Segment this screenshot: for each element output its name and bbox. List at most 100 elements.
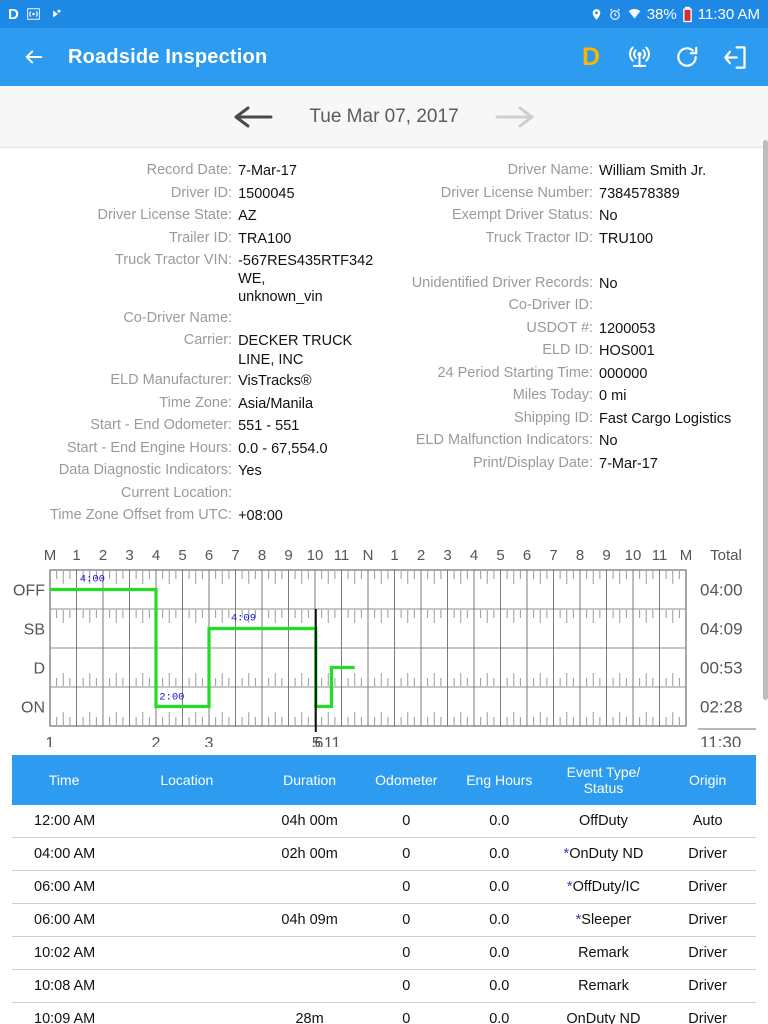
cell-location	[116, 936, 258, 970]
table-column-header[interactable]: Origin	[659, 754, 756, 805]
graph-duration-annotation: 4:09	[231, 612, 256, 624]
previous-day-button[interactable]	[231, 103, 275, 131]
detail-label: Shipping ID:	[514, 409, 594, 426]
detail-label: Current Location:	[120, 484, 233, 501]
cell-duration: 02h 00m	[257, 837, 362, 871]
logout-button[interactable]	[720, 42, 750, 72]
location-pin-icon	[590, 7, 603, 22]
event-log-table: Time Location Duration Odometer Eng Hours Eve…	[12, 754, 756, 1024]
table-row[interactable]: 06:00 AM 0 0.0 *OffDuty/IC Driver	[12, 870, 756, 904]
graph-hour-label: 11	[652, 547, 668, 564]
toolbar-actions: D	[576, 42, 754, 72]
vertical-scrollbar[interactable]	[763, 140, 768, 700]
cell-time: 06:00 AM	[12, 903, 117, 937]
detail-value: No	[599, 208, 618, 224]
duty-status-graph[interactable]: M 1 2 3 4 5 6 7 8 9 10 11 N 1 2 3 4 5 6 7 8 9 10 11 M Total 4:00 4:…	[8, 542, 760, 747]
cell-location	[116, 837, 258, 871]
graph-bottom-label: 1	[46, 735, 55, 747]
cell-duration	[257, 936, 362, 970]
detail-row: USDOT #: 1200053	[384, 320, 768, 339]
cell-origin: Driver	[659, 870, 756, 904]
detail-row: Truck Tractor VIN: -567RES435RTF342WE, unk…	[0, 252, 384, 306]
cell-location	[116, 870, 258, 904]
event-log-table-container: Time Location Duration Odometer Eng Hours Eve…	[0, 747, 768, 1024]
table-column-header[interactable]: Odometer	[361, 754, 451, 805]
layout-spacer	[384, 252, 768, 271]
detail-value: Yes	[238, 463, 262, 480]
cell-event-type-status: *OffDuty/IC	[547, 870, 660, 904]
page-title: Roadside Inspection	[68, 45, 268, 68]
cell-time: 10:08 AM	[12, 969, 117, 1003]
cell-odometer: 0	[361, 969, 451, 1003]
battery-percent-label: 38%	[646, 5, 677, 23]
detail-row: Time Zone: Asia/Manila	[0, 395, 384, 414]
driver-status-d-button[interactable]: D	[576, 42, 606, 72]
detail-row: Trailer ID: TRA100	[0, 230, 384, 249]
table-column-header[interactable]: Event Type/Status	[547, 754, 660, 805]
detail-row: Data Diagnostic Indicators: Yes	[0, 462, 384, 481]
cell-event-type-status: *OnDuty ND	[547, 837, 660, 871]
details-left-column: Record Date: 7-Mar-17 Driver ID: 1500045 Dri…	[0, 162, 384, 530]
graph-hour-label: 6	[205, 547, 213, 564]
detail-label: Driver License Number:	[440, 184, 594, 201]
cell-origin: Driver	[659, 903, 756, 937]
detail-label: Miles Today:	[512, 387, 594, 403]
detail-row: Start - End Engine Hours: 0.0 - 67,554.0	[0, 440, 384, 459]
refresh-button[interactable]	[672, 42, 702, 72]
detail-value: VisTracks®	[238, 373, 312, 390]
graph-hour-label: 2	[417, 547, 425, 564]
detail-value: William Smith Jr.	[599, 163, 707, 179]
cell-event-type-status: OffDuty	[547, 804, 660, 838]
table-row[interactable]: 04:00 AM 02h 00m 0 0.0 *OnDuty ND Driver	[12, 837, 756, 871]
graph-row-label: OFF	[13, 582, 45, 599]
event-type-label: OnDuty ND	[566, 1010, 641, 1024]
cell-duration: 04h 00m	[257, 804, 362, 838]
detail-row: Shipping ID: Fast Cargo Logistics	[384, 410, 768, 429]
detail-row: ELD Malfunction Indicators: No	[384, 432, 768, 451]
graph-hour-label: 4	[470, 547, 478, 564]
table-column-header[interactable]: Location	[116, 754, 258, 805]
detail-label: ELD ID:	[542, 342, 594, 358]
detail-value: AZ	[238, 208, 257, 224]
table-row[interactable]: 06:00 AM 04h 09m 0 0.0 *Sleeper Driver	[12, 903, 756, 937]
cell-eng-hours: 0.0	[450, 903, 548, 937]
detail-row: Time Zone Offset from UTC: +08:00	[0, 507, 384, 526]
detail-row: Co-Driver Name:	[0, 310, 384, 329]
detail-value: DECKER TRUCK LINE, INC	[238, 333, 353, 368]
cell-odometer: 0	[361, 804, 451, 838]
graph-hour-label: M	[44, 547, 57, 564]
table-row[interactable]: 10:09 AM 28m 0 0.0 OnDuty ND Driver	[12, 1002, 756, 1024]
graph-duration-annotation: 2:00	[159, 691, 184, 703]
detail-label: Data Diagnostic Indicators:	[58, 462, 233, 479]
detail-row: 24 Period Starting Time: 000000	[384, 365, 768, 384]
detail-row: Truck Tractor ID: TRU100	[384, 230, 768, 249]
graph-grand-total: 11:30	[700, 733, 741, 747]
arrow-left-icon	[25, 50, 43, 64]
table-header-row: Time Location Duration Odometer Eng Hours Eve…	[12, 754, 756, 805]
alarm-clock-icon	[608, 7, 622, 22]
table-row[interactable]: 10:02 AM 0 0.0 Remark Driver	[12, 936, 756, 970]
graph-bottom-label: 3	[205, 735, 214, 747]
back-button[interactable]	[14, 37, 54, 77]
detail-row: Co-Driver ID:	[384, 297, 768, 316]
cell-odometer: 0	[361, 903, 451, 937]
graph-hour-label: 10	[307, 547, 324, 564]
status-bar-left: D	[8, 6, 63, 23]
graph-row-total: 00:53	[700, 658, 743, 677]
table-column-header[interactable]: Duration	[257, 754, 362, 805]
detail-label: ELD Malfunction Indicators:	[415, 432, 594, 448]
next-day-button[interactable]	[493, 103, 537, 131]
graph-hour-label: 1	[72, 547, 80, 564]
detail-value: 0 mi	[599, 388, 627, 404]
detail-value: 551 - 551	[238, 418, 300, 435]
table-column-header[interactable]: Time	[12, 754, 117, 805]
detail-row: Miles Today: 0 mi	[384, 387, 768, 406]
table-row[interactable]: 12:00 AM 04h 00m 0 0.0 OffDuty Auto	[12, 804, 756, 838]
graph-hour-label: N	[363, 547, 374, 564]
refresh-icon	[677, 46, 698, 67]
table-row[interactable]: 10:08 AM 0 0.0 Remark Driver	[12, 969, 756, 1003]
detail-label: Print/Display Date:	[472, 454, 594, 471]
broadcast-button[interactable]	[624, 42, 654, 72]
detail-row: Driver ID: 1500045	[0, 185, 384, 204]
table-column-header[interactable]: Eng Hours	[450, 754, 548, 805]
